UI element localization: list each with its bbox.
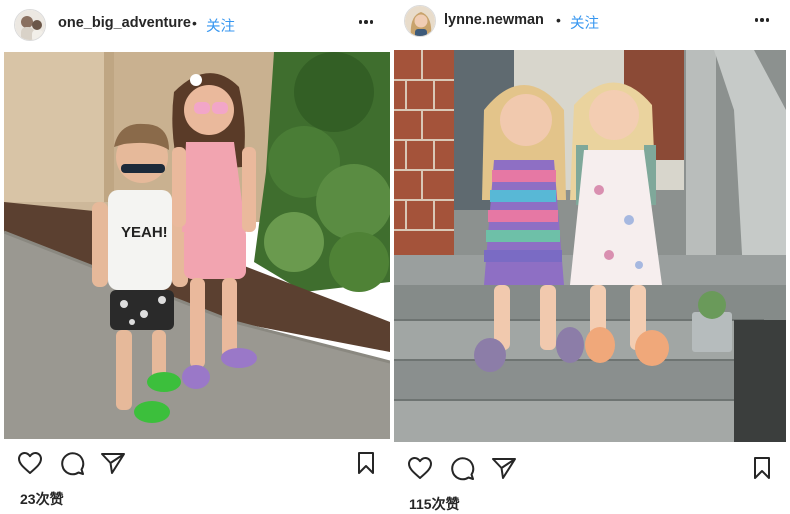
bookmark-icon[interactable] xyxy=(748,454,776,482)
username[interactable]: one_big_adventure xyxy=(58,15,191,31)
action-bar xyxy=(394,454,790,486)
like-count[interactable]: 23次赞 xyxy=(20,489,64,509)
heart-icon[interactable] xyxy=(406,454,434,482)
post-card: one_big_adventure • 关注 YEAH! 23次赞 xyxy=(0,0,394,513)
avatar[interactable] xyxy=(14,9,46,41)
separator-dot: • xyxy=(192,15,197,31)
more-icon[interactable] xyxy=(752,10,772,30)
like-count[interactable]: 115次赞 xyxy=(409,494,460,514)
avatar[interactable] xyxy=(404,5,436,37)
shirt-text: YEAH! xyxy=(121,224,168,241)
share-icon[interactable] xyxy=(490,454,518,482)
follow-button[interactable]: 关注 xyxy=(206,15,235,36)
post-header: lynne.newman • 关注 xyxy=(394,0,790,50)
post-photo[interactable] xyxy=(394,50,786,442)
more-icon[interactable] xyxy=(356,12,376,32)
separator-dot: • xyxy=(556,12,561,28)
comment-icon[interactable] xyxy=(448,454,476,482)
comment-icon[interactable] xyxy=(58,449,86,477)
bookmark-icon[interactable] xyxy=(352,449,380,477)
post-card: lynne.newman • 关注 115次赞 xyxy=(394,0,790,513)
post-photo[interactable]: YEAH! xyxy=(4,52,390,439)
username[interactable]: lynne.newman xyxy=(444,12,544,28)
post-header: one_big_adventure • 关注 xyxy=(0,0,394,50)
share-icon[interactable] xyxy=(99,449,127,477)
follow-button[interactable]: 关注 xyxy=(570,12,599,33)
action-bar xyxy=(0,449,394,481)
heart-icon[interactable] xyxy=(16,449,44,477)
